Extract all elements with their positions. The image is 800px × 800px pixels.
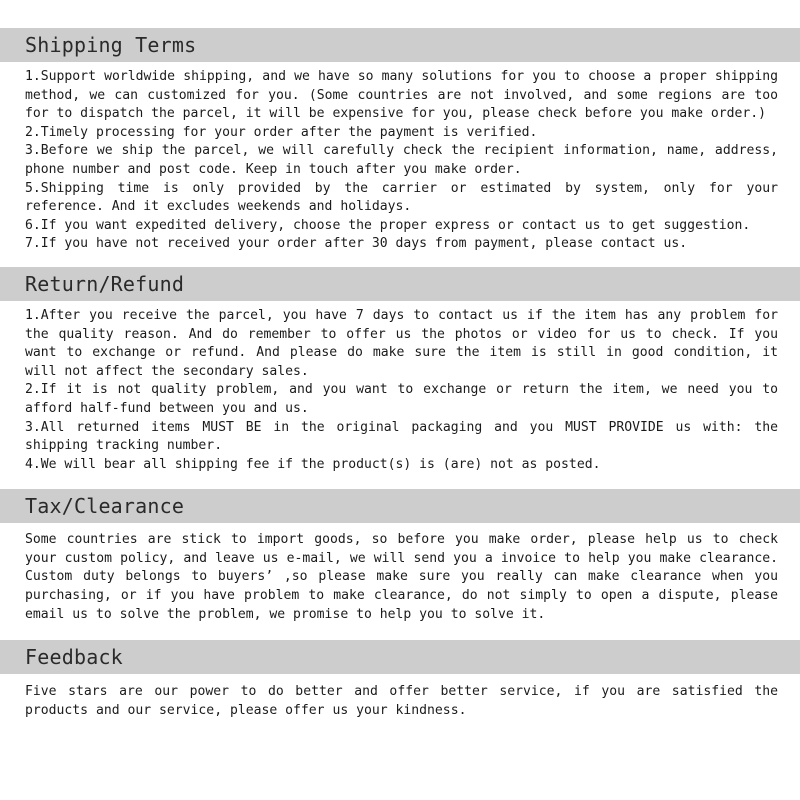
section-tax-clearance: Tax/Clearance Some countries are stick t… <box>0 489 800 624</box>
section-text-shipping-terms: 1.Support worldwide shipping, and we hav… <box>25 69 778 252</box>
policy-document: Shipping Terms 1.Support worldwide shipp… <box>0 0 800 800</box>
section-text-return-refund: 1.After you receive the parcel, you have… <box>25 307 778 472</box>
section-shipping-terms: Shipping Terms 1.Support worldwide shipp… <box>0 28 800 254</box>
section-text-feedback: Five stars are our power to do better an… <box>25 684 786 718</box>
section-title-tax-clearance: Tax/Clearance <box>25 494 185 519</box>
section-header-shipping-terms: Shipping Terms <box>0 28 800 62</box>
section-body-tax-clearance: Some countries are stick to import goods… <box>0 523 800 624</box>
section-header-tax-clearance: Tax/Clearance <box>0 489 800 524</box>
section-feedback: Feedback Five stars are our power to do … <box>0 640 800 720</box>
section-body-return-refund: 1.After you receive the parcel, you have… <box>0 301 800 474</box>
section-header-return-refund: Return/Refund <box>0 266 800 301</box>
section-title-shipping-terms: Shipping Terms <box>25 33 197 57</box>
section-body-feedback: Five stars are our power to do better an… <box>0 674 800 720</box>
section-return-refund: Return/Refund 1.After you receive the pa… <box>0 266 800 474</box>
section-header-feedback: Feedback <box>0 640 800 675</box>
section-title-return-refund: Return/Refund <box>25 271 185 296</box>
section-body-shipping-terms: 1.Support worldwide shipping, and we hav… <box>0 62 800 254</box>
section-title-feedback: Feedback <box>25 645 123 670</box>
section-text-tax-clearance: Some countries are stick to import goods… <box>25 532 786 622</box>
